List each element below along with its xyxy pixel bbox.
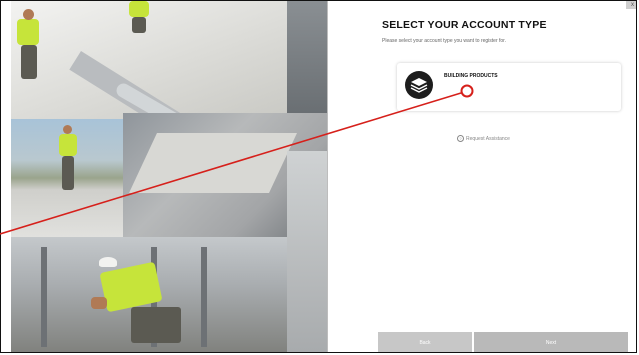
building-products-icon — [405, 71, 433, 99]
registration-panel: x SELECT YOUR ACCOUNT TYPE Please select… — [327, 1, 636, 352]
photo-collage — [11, 1, 327, 352]
request-assistance-label: Request Assistance — [466, 135, 510, 142]
construction-site-photo — [11, 237, 287, 352]
footer-actions: Back Next — [328, 332, 636, 352]
account-type-card-building-products[interactable]: BUILDING PRODUCTS — [397, 63, 621, 111]
close-button[interactable]: x — [626, 1, 636, 9]
account-type-label: BUILDING PRODUCTS — [444, 73, 498, 79]
worker-sprayer-photo — [11, 119, 123, 237]
roof-membrane-photo — [11, 1, 287, 119]
side-strip-photo — [287, 151, 327, 352]
back-button[interactable]: Back — [378, 332, 472, 352]
page-subtitle: Please select your account type you want… — [382, 38, 506, 44]
screenshot-frame: x SELECT YOUR ACCOUNT TYPE Please select… — [0, 0, 637, 353]
help-circle-icon: ? — [457, 135, 465, 142]
request-assistance-link[interactable]: ? Request Assistance — [328, 135, 636, 142]
next-button[interactable]: Next — [474, 332, 628, 352]
page-title: SELECT YOUR ACCOUNT TYPE — [382, 19, 547, 31]
